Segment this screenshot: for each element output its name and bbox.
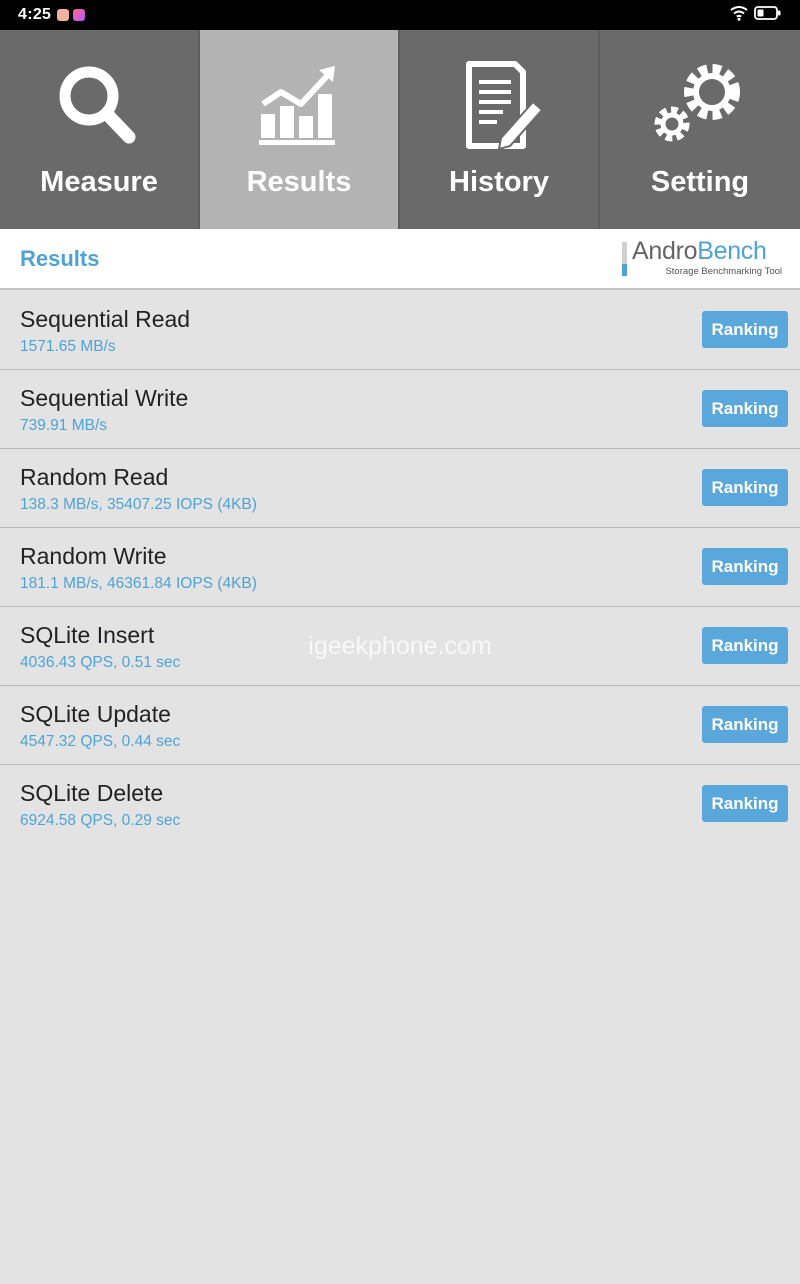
result-value: 138.3 MB/s, 35407.25 IOPS (4KB) [20,496,257,513]
list-item: Sequential Read 1571.65 MB/s Ranking [0,291,800,370]
logo-text: AndroBench [632,237,767,266]
status-bar: 4:25 [0,0,800,30]
tab-label: Measure [40,166,158,198]
list-item: SQLite Insert 4036.43 QPS, 0.51 sec Rank… [0,607,800,686]
wifi-icon [730,5,748,26]
result-name: SQLite Delete [20,780,164,806]
list-item: Sequential Write 739.91 MB/s Ranking [0,370,800,449]
results-list: Sequential Read 1571.65 MB/s Ranking Seq… [0,291,800,844]
result-value: 4547.32 QPS, 0.44 sec [20,733,181,750]
list-item: Random Read 138.3 MB/s, 35407.25 IOPS (4… [0,449,800,528]
logo-bench: Bench [697,237,767,265]
tab-history[interactable]: History [400,30,600,229]
result-name: Random Read [20,464,169,490]
results-header: Results AndroBench Storage Benchmarking … [0,229,800,290]
ranking-button[interactable]: Ranking [702,627,788,664]
main-tab-bar: Measure Results History Setting [0,30,800,229]
magnifier-icon [49,58,149,154]
page-title: Results [20,246,100,271]
chat-app-icon [57,9,70,21]
ranking-button[interactable]: Ranking [702,390,788,427]
chart-icon [249,58,349,154]
ranking-button[interactable]: Ranking [702,785,788,822]
androbench-logo: AndroBench Storage Benchmarking Tool [622,237,782,280]
result-value: 6924.58 QPS, 0.29 sec [20,812,181,829]
tab-setting[interactable]: Setting [600,30,800,229]
tab-label: Setting [650,166,750,198]
result-name: Random Write [20,543,167,569]
tab-measure[interactable]: Measure [0,30,200,229]
result-name: Sequential Read [20,306,191,332]
gallery-app-icon [73,9,86,21]
ranking-button[interactable]: Ranking [702,469,788,506]
list-item: SQLite Update 4547.32 QPS, 0.44 sec Rank… [0,686,800,765]
ranking-button[interactable]: Ranking [702,548,788,585]
ranking-button[interactable]: Ranking [702,311,788,348]
result-value: 4036.43 QPS, 0.51 sec [20,654,181,671]
logo-subtitle: Storage Benchmarking Tool [665,266,782,277]
list-item: SQLite Delete 6924.58 QPS, 0.29 sec Rank… [0,765,800,844]
tab-label: Results [246,166,352,198]
logo-andro: Andro [632,237,698,265]
status-right [730,5,782,26]
result-name: Sequential Write [20,385,189,411]
status-time: 4:25 [18,6,52,23]
tab-results[interactable]: Results [200,30,400,229]
gears-icon [650,58,750,154]
tab-label: History [449,166,549,198]
result-name: SQLite Update [20,701,171,727]
result-name: SQLite Insert [20,622,155,648]
battery-icon [754,5,782,26]
document-pencil-icon [449,58,549,154]
list-item: Random Write 181.1 MB/s, 46361.84 IOPS (… [0,528,800,607]
result-value: 739.91 MB/s [20,417,108,434]
logo-bar-accent [622,264,627,276]
result-value: 1571.65 MB/s [20,338,116,355]
ranking-button[interactable]: Ranking [702,706,788,743]
result-value: 181.1 MB/s, 46361.84 IOPS (4KB) [20,575,257,592]
